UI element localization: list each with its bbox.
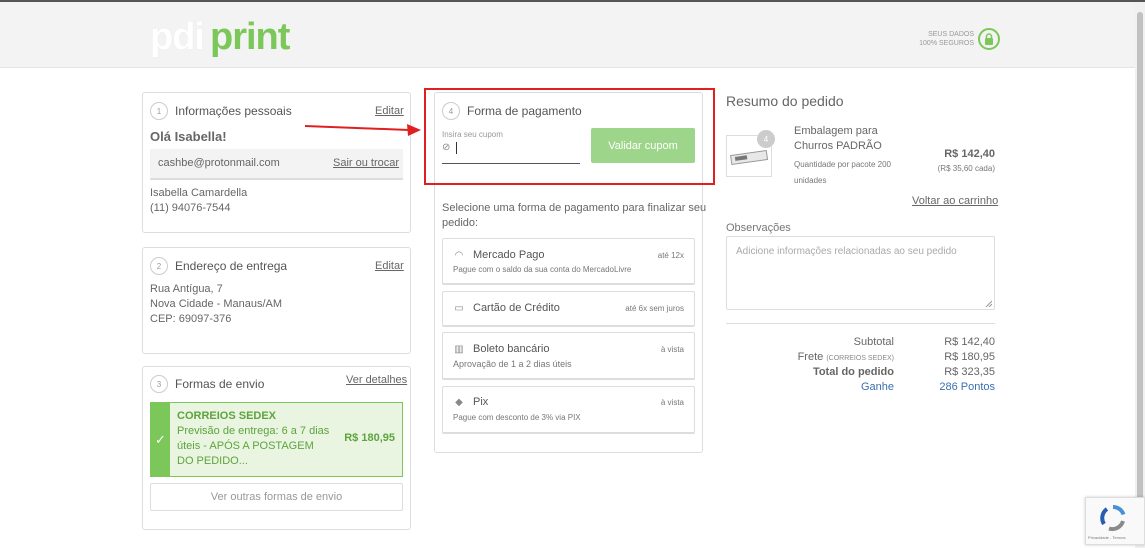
pdi-print-logo[interactable]: pdi print: [150, 16, 290, 58]
recaptcha-text: Privacidade - Termos: [1088, 535, 1126, 540]
greeting-text: Olá Isabella!: [150, 129, 227, 144]
switch-account-link[interactable]: Sair ou trocar: [333, 157, 399, 169]
summary-divider: [726, 323, 995, 324]
page-scrollbar[interactable]: [1135, 2, 1145, 548]
method-terms: até 6x sem juros: [625, 304, 684, 313]
notes-textarea[interactable]: Adicione informações relacionadas ao seu…: [726, 236, 995, 310]
earn-label: Ganhe: [860, 381, 894, 393]
coupon-input[interactable]: ⊘: [442, 140, 580, 164]
method-subtext: Pague com desconto de 3% via PIX: [453, 413, 581, 422]
check-icon: ✓: [151, 403, 170, 476]
coupon-input-value: [456, 142, 457, 154]
shipping-option-selected[interactable]: ✓ CORREIOS SEDEX Previsão de entrega: 6 …: [150, 402, 403, 477]
shipping-header: 3 Formas de envio: [150, 375, 264, 393]
personal-info-title: Informações pessoais: [175, 104, 292, 118]
coupon-label: Insira seu cupom: [442, 130, 503, 139]
shipping-option-price: R$ 180,95: [344, 432, 395, 444]
payment-method-boleto[interactable]: ▥ Boleto bancário à vista Aprovação de 1 …: [442, 332, 695, 380]
item-name-line2: Churros PADRÃO: [794, 140, 882, 152]
address-title: Endereço de entrega: [175, 259, 288, 273]
item-price: R$ 142,40: [944, 148, 995, 160]
method-subtext: Pague com o saldo da sua conta do Mercad…: [453, 265, 632, 274]
step-number: 2: [150, 257, 168, 275]
edit-personal-link[interactable]: Editar: [375, 105, 404, 117]
address-line2: Nova Cidade - Manaus/AM: [150, 298, 283, 310]
method-subtext: Aprovação de 1 a 2 dias úteis: [453, 359, 572, 369]
subtotal-label: Subtotal: [853, 336, 894, 348]
item-quantity-badge: 4: [757, 130, 775, 148]
step-number: 4: [442, 102, 460, 120]
payment-method-mercado-pago[interactable]: ◠ Mercado Pago até 12x Pague com o saldo …: [442, 238, 695, 285]
coupon-icon: ⊘: [442, 142, 451, 153]
resize-handle-icon[interactable]: [985, 300, 992, 307]
site-header: pdi print SEUS DADOS 100% SEGUROS: [0, 0, 1145, 68]
shipping-option-desc2: úteis - APÓS A POSTAGEM: [177, 440, 314, 452]
customer-phone: (11) 94076-7544: [150, 202, 231, 214]
notes-label: Observações: [726, 222, 791, 234]
address-header: 2 Endereço de entrega: [150, 257, 287, 275]
email-text: cashbe@protonmail.com: [158, 157, 280, 169]
order-summary-title: Resumo do pedido: [726, 93, 844, 109]
method-name: Cartão de Crédito: [473, 302, 560, 314]
shipping-option-desc1: Previsão de entrega: 6 a 7 dias: [177, 425, 330, 437]
logo-pdi-text: pdi: [150, 16, 205, 58]
item-note-line1: Quantidade por pacote 200: [794, 160, 891, 169]
email-row: cashbe@protonmail.com Sair ou trocar: [150, 149, 403, 180]
customer-name: Isabella Camardella: [150, 187, 248, 199]
pix-icon: ◆: [455, 396, 463, 408]
payment-method-pix[interactable]: ◆ Pix à vista Pague com desconto de 3% vi…: [442, 386, 695, 434]
validate-coupon-button[interactable]: Validar cupom: [591, 128, 695, 163]
payment-method-credit-card[interactable]: ▭ Cartão de Crédito até 6x sem juros: [442, 291, 695, 327]
lock-icon: [978, 28, 1000, 50]
freight-carrier: (CORREIOS SEDEX): [826, 355, 894, 362]
payment-instructions-line2: pedido:: [442, 217, 479, 229]
notes-placeholder: Adicione informações relacionadas ao seu…: [736, 246, 957, 257]
secure-line1: SEUS DADOS: [928, 31, 974, 38]
back-to-cart-link[interactable]: Voltar ao carrinho: [912, 195, 998, 207]
item-name-line1: Embalagem para: [794, 125, 878, 137]
payment-title: Forma de pagamento: [467, 104, 582, 118]
method-name: Mercado Pago: [473, 249, 545, 261]
total-label: Total do pedido: [812, 366, 894, 378]
personal-info-header: 1 Informações pessoais: [150, 102, 292, 120]
secure-badge: SEUS DADOS 100% SEGUROS: [900, 26, 1000, 52]
shipping-option-name: CORREIOS SEDEX: [177, 410, 277, 422]
step-number: 1: [150, 102, 168, 120]
step-number: 3: [150, 375, 168, 393]
payment-instructions: Selecione uma forma de pagamento para fi…: [442, 202, 707, 214]
scrollbar-thumb[interactable]: [1137, 12, 1143, 532]
barcode-icon: ▥: [454, 343, 464, 355]
method-terms: até 12x: [657, 251, 684, 260]
address-line3: CEP: 69097-376: [150, 313, 232, 325]
recaptcha-badge[interactable]: Privacidade - Termos: [1085, 497, 1145, 545]
method-terms: à vista: [660, 345, 684, 354]
shipping-option-desc3: DO PEDIDO...: [177, 455, 248, 467]
method-name: Boleto bancário: [473, 343, 550, 355]
secure-line2: 100% SEGUROS: [919, 40, 974, 47]
shipping-details-link[interactable]: Ver detalhes: [346, 374, 407, 386]
shipping-title: Formas de envio: [175, 377, 265, 391]
method-name: Pix: [473, 396, 489, 408]
mercado-pago-icon: ◠: [454, 249, 464, 261]
payment-header: 4 Forma de pagamento: [442, 102, 582, 120]
item-unit-price: (R$ 35,60 cada): [937, 164, 995, 173]
freight-label-row: Frete (CORREIOS SEDEX): [724, 351, 894, 363]
subtotal-value: R$ 142,40: [944, 336, 995, 348]
logo-print-text: print: [209, 16, 290, 58]
total-value: R$ 323,35: [944, 366, 995, 378]
freight-value: R$ 180,95: [944, 351, 995, 363]
edit-address-link[interactable]: Editar: [375, 260, 404, 272]
recaptcha-icon: [1100, 504, 1126, 532]
item-note-line2: unidades: [794, 176, 827, 185]
address-line1: Rua Antígua, 7: [150, 283, 223, 295]
arrow-annotation: [305, 124, 421, 136]
earn-points: 286 Pontos: [939, 381, 995, 393]
freight-label: Frete: [797, 351, 824, 363]
method-terms: à vista: [660, 398, 684, 407]
other-shipping-button[interactable]: Ver outras formas de envio: [150, 483, 403, 511]
credit-card-icon: ▭: [454, 302, 464, 314]
